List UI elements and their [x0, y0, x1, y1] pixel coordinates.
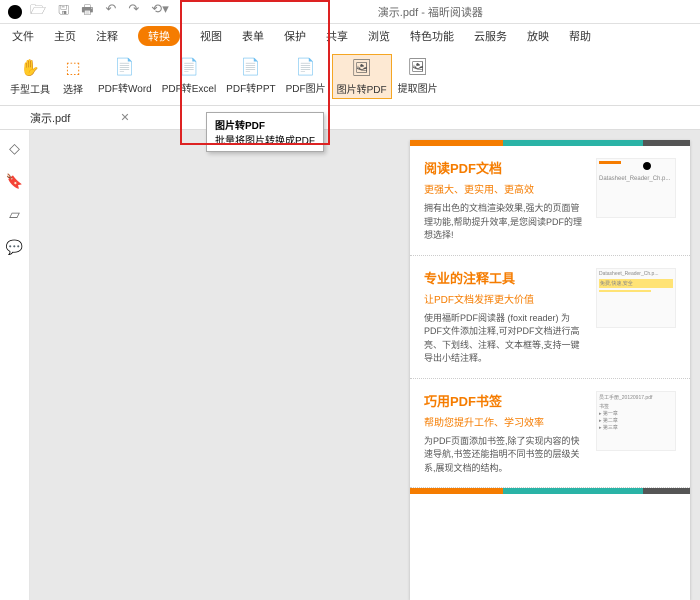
tool-pdf-image[interactable]: 📄 PDF图片: [282, 54, 330, 99]
pdf-image-icon: 📄: [295, 56, 317, 78]
page-footer-stripe: [410, 488, 690, 494]
section-body: 使用福昕PDF阅读器 (foxit reader) 为PDF文件添加注释,可对P…: [424, 312, 588, 366]
tooltip-title: 图片转PDF: [215, 117, 315, 132]
app-icon: [8, 5, 22, 19]
reset-icon[interactable]: ⟲▾: [151, 1, 168, 23]
hand-icon: ✋: [19, 57, 41, 79]
tool-pdf-to-ppt[interactable]: 📄 PDF转PPT: [222, 54, 279, 99]
save-icon[interactable]: 🖫: [58, 1, 69, 23]
section-body: 拥有出色的文档渲染效果,强大的页面管理功能,帮助提升效率,是您阅读PDF的理想选…: [424, 202, 588, 243]
tab-label: 演示.pdf: [30, 110, 70, 126]
titlebar: 🗁 🖫 🖶 ↶ ↷ ⟲▾ 演示.pdf - 福昕阅读器: [0, 0, 700, 24]
document-tabbar: 演示.pdf ✕: [0, 106, 700, 130]
pdf-ppt-icon: 📄: [240, 56, 262, 78]
section-title: 专业的注释工具: [424, 268, 588, 287]
menu-convert[interactable]: 转换: [138, 26, 180, 46]
section-bookmark: 巧用PDF书签 帮助您提升工作、学习效率 为PDF页面添加书签,除了实现内容的快…: [410, 379, 690, 489]
section-thumbnail: Datasheet_Reader_Ch.p... 免费,快速,安全: [596, 268, 676, 328]
workspace: ◇ 🔖 ▱ 💬 阅读PDF文档 更强大、更实用、更高效 拥有出色的文档渲染效果,…: [0, 130, 700, 600]
tooltip: 图片转PDF 批量将图片转换成PDF: [206, 112, 324, 152]
menu-comment[interactable]: 注释: [96, 28, 118, 44]
document-tab[interactable]: 演示.pdf ✕: [30, 110, 130, 126]
section-subtitle: 让PDF文档发挥更大价值: [424, 291, 588, 306]
menu-features[interactable]: 特色功能: [410, 28, 454, 44]
pdf-page: 阅读PDF文档 更强大、更实用、更高效 拥有出色的文档渲染效果,强大的页面管理功…: [410, 140, 690, 600]
pages-icon[interactable]: ▱: [9, 206, 20, 223]
tool-pdf-to-word[interactable]: 📄 PDF转Word: [94, 54, 156, 99]
menu-home[interactable]: 主页: [54, 28, 76, 44]
select-icon: ⬚: [62, 57, 84, 79]
section-body: 为PDF页面添加书签,除了实现内容的快速导航,书签还能指明不同书签的层级关系,展…: [424, 435, 588, 476]
menu-file[interactable]: 文件: [12, 28, 34, 44]
pdf-excel-icon: 📄: [178, 56, 200, 78]
section-thumbnail: 员工手册_20120917.pdf 书签▸ 第一章▸ 第二章▸ 第三章: [596, 391, 676, 451]
tool-select[interactable]: ⬚ 选择: [56, 55, 90, 98]
tab-close-icon[interactable]: ✕: [120, 111, 129, 124]
tool-image-to-pdf[interactable]: 🖼 图片转PDF: [332, 54, 392, 99]
menu-help[interactable]: 帮助: [569, 28, 591, 44]
tool-pdf-to-excel[interactable]: 📄 PDF转Excel: [158, 54, 220, 99]
comment-icon[interactable]: 💬: [6, 239, 23, 256]
open-icon[interactable]: 🗁: [30, 1, 46, 23]
window-title: 演示.pdf - 福昕阅读器: [169, 4, 692, 20]
ribbon-toolbar: ✋ 手型工具 ⬚ 选择 📄 PDF转Word 📄 PDF转Excel 📄 PDF…: [0, 48, 700, 106]
section-title: 巧用PDF书签: [424, 391, 588, 410]
quick-access-toolbar: 🗁 🖫 🖶 ↶ ↷ ⟲▾: [30, 1, 169, 23]
menu-cloud[interactable]: 云服务: [474, 28, 507, 44]
menu-view[interactable]: 视图: [200, 28, 222, 44]
redo-icon[interactable]: ↷: [128, 1, 139, 23]
section-read: 阅读PDF文档 更强大、更实用、更高效 拥有出色的文档渲染效果,强大的页面管理功…: [410, 146, 690, 256]
section-thumbnail: Datasheet_Reader_Ch.p...: [596, 158, 676, 218]
menu-protect[interactable]: 保护: [284, 28, 306, 44]
tool-extract-image[interactable]: 🖼 提取图片: [394, 54, 442, 99]
menubar: 文件 主页 注释 转换 视图 表单 保护 共享 浏览 特色功能 云服务 放映 帮…: [0, 24, 700, 48]
menu-browse[interactable]: 浏览: [368, 28, 390, 44]
undo-icon[interactable]: ↶: [105, 1, 116, 23]
side-panel: ◇ 🔖 ▱ 💬: [0, 130, 30, 600]
menu-share[interactable]: 共享: [326, 28, 348, 44]
tool-hand[interactable]: ✋ 手型工具: [6, 55, 54, 98]
pdf-word-icon: 📄: [114, 56, 136, 78]
extract-image-icon: 🖼: [407, 56, 429, 78]
document-viewport[interactable]: 阅读PDF文档 更强大、更实用、更高效 拥有出色的文档渲染效果,强大的页面管理功…: [30, 130, 700, 600]
bookmark-icon[interactable]: 🔖: [6, 173, 23, 190]
image-pdf-icon: 🖼: [351, 57, 373, 79]
tooltip-desc: 批量将图片转换成PDF: [215, 132, 315, 147]
section-subtitle: 帮助您提升工作、学习效率: [424, 414, 588, 429]
menu-slideshow[interactable]: 放映: [527, 28, 549, 44]
section-title: 阅读PDF文档: [424, 158, 588, 177]
tag-icon[interactable]: ◇: [9, 140, 20, 157]
page-header-stripe: [410, 140, 690, 146]
section-subtitle: 更强大、更实用、更高效: [424, 181, 588, 196]
print-icon[interactable]: 🖶: [81, 1, 93, 23]
section-annotate: 专业的注释工具 让PDF文档发挥更大价值 使用福昕PDF阅读器 (foxit r…: [410, 256, 690, 379]
menu-form[interactable]: 表单: [242, 28, 264, 44]
